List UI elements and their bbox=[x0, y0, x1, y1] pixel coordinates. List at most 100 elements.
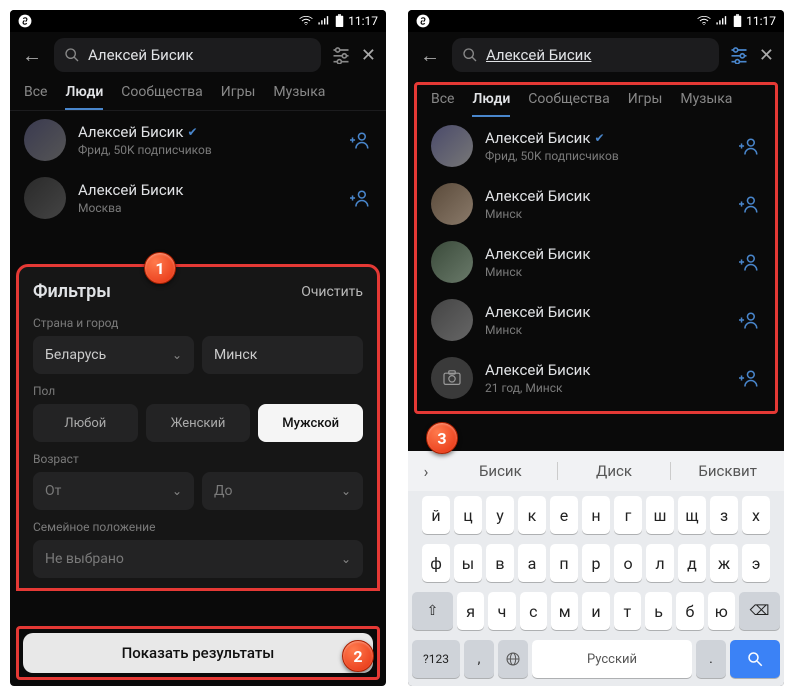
key-й[interactable]: й bbox=[422, 496, 450, 534]
key-к[interactable]: к bbox=[518, 496, 546, 534]
tab-people[interactable]: Люди bbox=[472, 91, 510, 117]
person-sub: Минск bbox=[485, 323, 727, 337]
age-from-select[interactable]: От⌄ bbox=[33, 472, 194, 510]
gender-any[interactable]: Любой bbox=[33, 404, 138, 442]
list-item[interactable]: Алексей Бисик✔Фрид, 50K подписчиков bbox=[417, 117, 775, 175]
key-ь[interactable]: ь bbox=[645, 592, 672, 630]
key-ч[interactable]: ч bbox=[488, 592, 515, 630]
add-friend-icon[interactable] bbox=[350, 188, 372, 208]
key-ш[interactable]: ш bbox=[646, 496, 674, 534]
key-period[interactable]: . bbox=[696, 640, 726, 678]
key-у[interactable]: у bbox=[486, 496, 514, 534]
key-а[interactable]: а bbox=[518, 544, 546, 582]
key-р[interactable]: р bbox=[582, 544, 610, 582]
close-icon[interactable]: ✕ bbox=[759, 45, 774, 66]
tab-people[interactable]: Люди bbox=[65, 84, 103, 110]
search-input-wrap[interactable] bbox=[54, 38, 321, 72]
key-т[interactable]: т bbox=[614, 592, 641, 630]
back-button[interactable]: ← bbox=[20, 43, 44, 68]
key-я[interactable]: я bbox=[457, 592, 484, 630]
key-н[interactable]: н bbox=[582, 496, 610, 534]
key-language[interactable] bbox=[498, 640, 528, 678]
filter-icon[interactable] bbox=[729, 46, 749, 64]
tab-communities[interactable]: Сообщества bbox=[528, 91, 609, 117]
key-ц[interactable]: ц bbox=[454, 496, 482, 534]
key-е[interactable]: е bbox=[550, 496, 578, 534]
key-и[interactable]: и bbox=[582, 592, 609, 630]
back-button[interactable]: ← bbox=[418, 43, 442, 68]
key-ю[interactable]: ю bbox=[708, 592, 735, 630]
list-item[interactable]: Алексей Бисик Москва bbox=[10, 169, 386, 227]
tab-games[interactable]: Игры bbox=[628, 91, 663, 117]
list-item[interactable]: Алексей Бисик21 год, Минск bbox=[417, 349, 775, 407]
city-input[interactable]: Минск bbox=[202, 336, 363, 374]
key-х[interactable]: х bbox=[742, 496, 770, 534]
step-badge-1: 1 bbox=[144, 252, 176, 284]
key-м[interactable]: м bbox=[551, 592, 578, 630]
list-item[interactable]: Алексей БисикМинск bbox=[417, 175, 775, 233]
key-с[interactable]: с bbox=[520, 592, 547, 630]
add-friend-icon[interactable] bbox=[350, 130, 372, 150]
list-item[interactable]: Алексей Бисик✔ Фрид, 50K подписчиков bbox=[10, 111, 386, 169]
key-э[interactable]: э bbox=[742, 544, 770, 582]
search-field[interactable] bbox=[486, 46, 709, 64]
key-г[interactable]: г bbox=[614, 496, 642, 534]
chevron-down-icon: ⌄ bbox=[341, 484, 351, 498]
add-friend-icon[interactable] bbox=[739, 136, 761, 156]
tab-music[interactable]: Музыка bbox=[273, 84, 325, 110]
verified-icon: ✔ bbox=[594, 131, 604, 145]
marital-select[interactable]: Не выбрано⌄ bbox=[33, 540, 363, 578]
show-results-button[interactable]: Показать результаты bbox=[23, 633, 373, 673]
chevron-down-icon: ⌄ bbox=[341, 552, 351, 566]
search-field[interactable] bbox=[88, 46, 311, 64]
suggestion[interactable]: Диск bbox=[558, 462, 672, 480]
add-friend-icon[interactable] bbox=[739, 252, 761, 272]
tab-all[interactable]: Все bbox=[24, 84, 47, 110]
key-б[interactable]: б bbox=[676, 592, 703, 630]
key-д[interactable]: д bbox=[678, 544, 706, 582]
list-item[interactable]: Алексей БисикМинск bbox=[417, 233, 775, 291]
key-backspace[interactable]: ⌫ bbox=[739, 592, 780, 630]
search-icon bbox=[64, 47, 80, 63]
key-search[interactable] bbox=[730, 640, 780, 678]
key-ф[interactable]: ф bbox=[422, 544, 450, 582]
label-gender: Пол bbox=[33, 384, 363, 398]
country-select[interactable]: Беларусь⌄ bbox=[33, 336, 194, 374]
suggestion-expand[interactable]: › bbox=[408, 462, 444, 481]
tab-all[interactable]: Все bbox=[431, 91, 454, 117]
wifi-icon bbox=[299, 16, 313, 26]
filters-clear[interactable]: Очистить bbox=[301, 284, 363, 300]
key-о[interactable]: о bbox=[614, 544, 642, 582]
tab-communities[interactable]: Сообщества bbox=[121, 84, 202, 110]
key-л[interactable]: л bbox=[646, 544, 674, 582]
suggestion[interactable]: Бисик bbox=[444, 462, 558, 480]
close-icon[interactable]: ✕ bbox=[361, 45, 376, 66]
chevron-down-icon: ⌄ bbox=[172, 348, 182, 362]
filter-icon[interactable] bbox=[331, 46, 351, 64]
key-comma[interactable]: , bbox=[464, 640, 494, 678]
battery-icon bbox=[733, 14, 742, 28]
wifi-icon bbox=[697, 16, 711, 26]
key-space[interactable]: Русский bbox=[532, 640, 692, 678]
key-shift[interactable]: ⇧ bbox=[412, 592, 453, 630]
key-в[interactable]: в bbox=[486, 544, 514, 582]
tab-games[interactable]: Игры bbox=[221, 84, 256, 110]
gender-male[interactable]: Мужской bbox=[258, 404, 363, 442]
avatar bbox=[431, 125, 473, 167]
key-п[interactable]: п bbox=[550, 544, 578, 582]
list-item[interactable]: Алексей БисикМинск bbox=[417, 291, 775, 349]
add-friend-icon[interactable] bbox=[739, 194, 761, 214]
add-friend-icon[interactable] bbox=[739, 310, 761, 330]
search-input-wrap[interactable] bbox=[452, 38, 719, 72]
gender-female[interactable]: Женский bbox=[146, 404, 251, 442]
key-ы[interactable]: ы bbox=[454, 544, 482, 582]
add-friend-icon[interactable] bbox=[739, 368, 761, 388]
suggestion[interactable]: Бисквит bbox=[671, 462, 784, 480]
person-name: Алексей Бисик bbox=[78, 123, 183, 141]
key-з[interactable]: з bbox=[710, 496, 738, 534]
key-щ[interactable]: щ bbox=[678, 496, 706, 534]
age-to-select[interactable]: До⌄ bbox=[202, 472, 363, 510]
key-ж[interactable]: ж bbox=[710, 544, 738, 582]
key-numeric[interactable]: ?123 bbox=[412, 640, 460, 678]
tab-music[interactable]: Музыка bbox=[680, 91, 732, 117]
